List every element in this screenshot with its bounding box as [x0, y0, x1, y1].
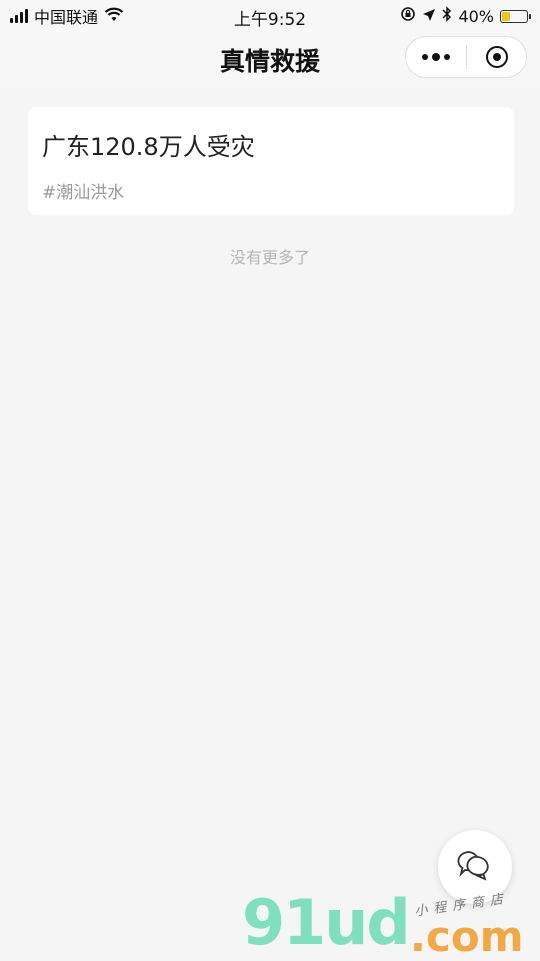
battery-icon	[500, 9, 531, 23]
close-target-icon	[485, 46, 508, 68]
watermark-logo: 91ud	[242, 886, 411, 959]
battery-percent: 40%	[458, 6, 494, 26]
list-end-text: 没有更多了	[229, 248, 310, 267]
watermark: 91ud .com 小程序商店	[242, 886, 540, 960]
card-title: 广东120.8万人受灾	[42, 133, 255, 161]
mini-program-capsule	[405, 36, 527, 78]
news-card[interactable]: 广东120.8万人受灾 #潮汕洪水	[28, 107, 514, 215]
status-bar-right: 40%	[400, 5, 531, 27]
chat-bubbles-icon	[456, 848, 494, 886]
bluetooth-icon	[442, 6, 452, 26]
location-arrow-icon	[422, 7, 436, 26]
card-tag[interactable]: #潮汕洪水	[42, 178, 124, 203]
close-button[interactable]	[467, 37, 526, 77]
orientation-lock-icon	[400, 6, 416, 26]
battery-level	[502, 11, 511, 21]
more-dots-icon	[422, 53, 450, 61]
watermark-domain: .com	[410, 912, 524, 961]
status-bar: 中国联通 上午9:52 40%	[0, 0, 540, 32]
more-button[interactable]	[406, 37, 466, 77]
nav-bar: 真情救援	[0, 32, 540, 88]
